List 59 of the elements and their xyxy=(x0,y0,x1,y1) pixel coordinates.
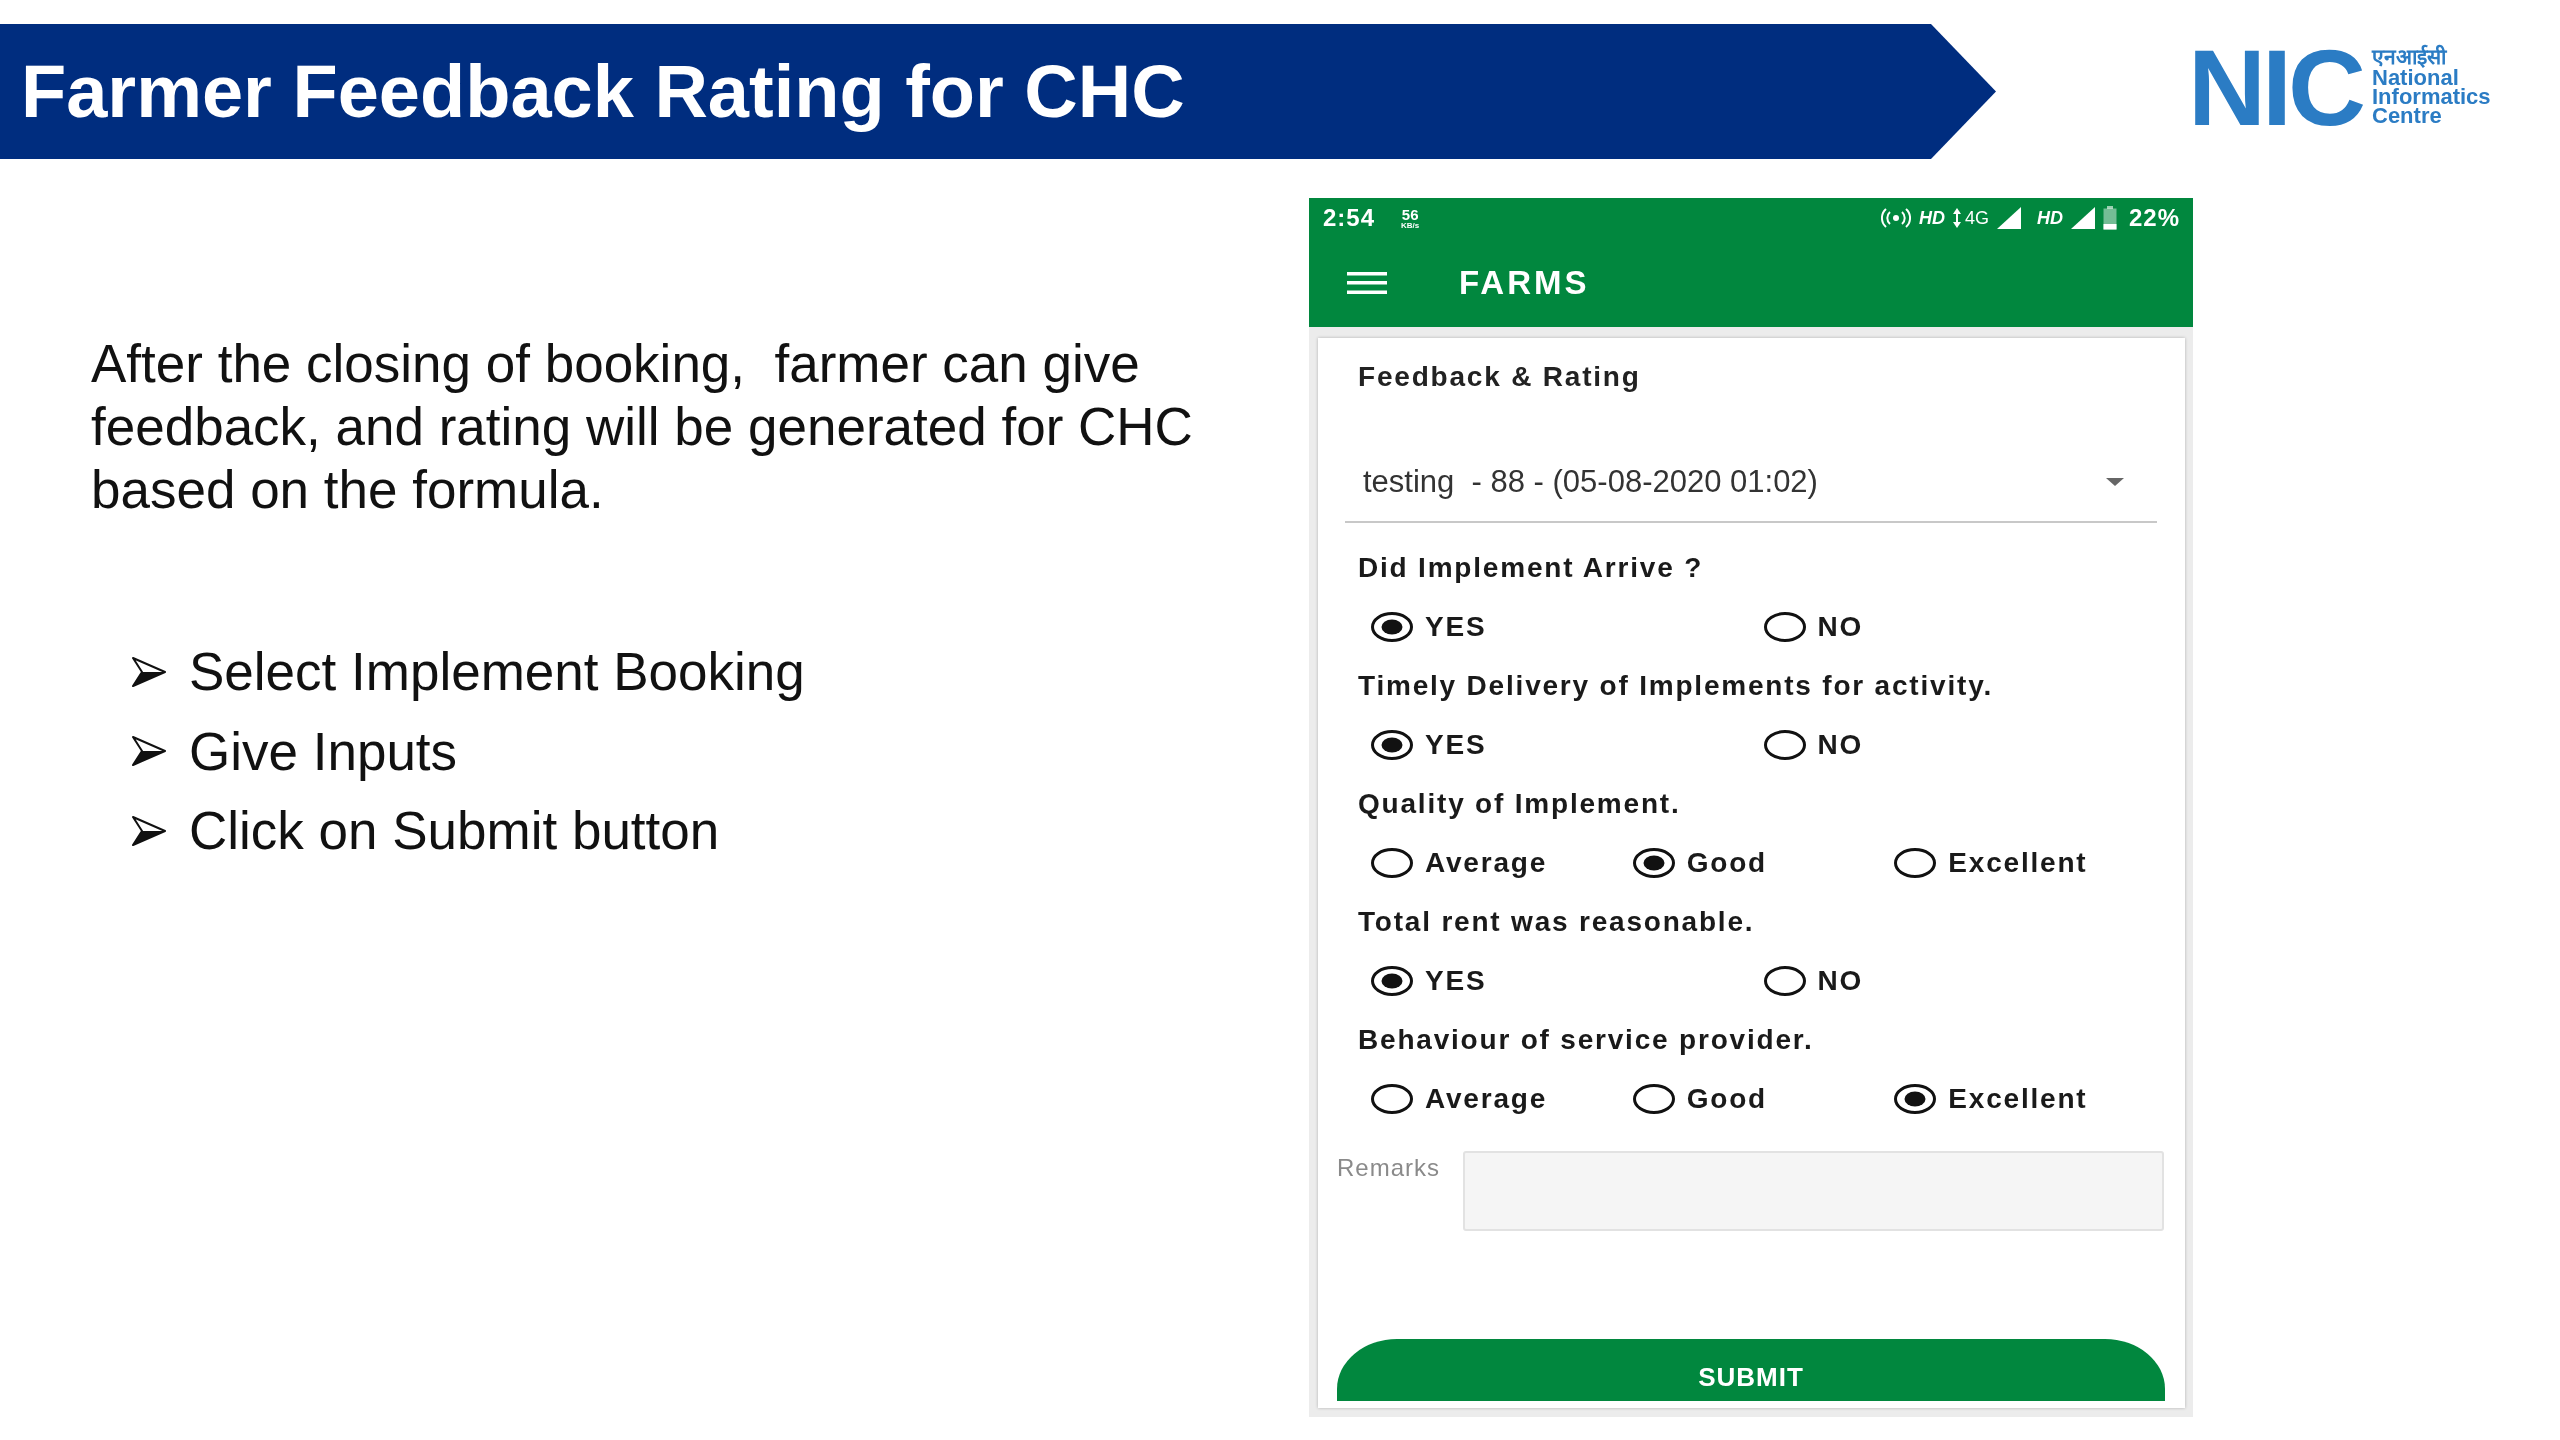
app-title: FARMS xyxy=(1459,262,1590,303)
radio-button[interactable] xyxy=(1371,1083,1413,1114)
network-label: HD xyxy=(2036,206,2063,230)
question-label: Quality of Implement. xyxy=(1358,787,1681,821)
step-text: Click on Submit button xyxy=(189,800,720,862)
radio-button[interactable] xyxy=(1894,847,1937,878)
radio-button[interactable] xyxy=(1371,965,1413,996)
step-text: Select Implement Booking xyxy=(189,641,805,703)
hotspot-icon xyxy=(1880,208,1911,228)
updown-arrows-icon xyxy=(1952,208,1961,228)
caret-icon xyxy=(2106,478,2124,486)
option-label[interactable]: YES xyxy=(1425,723,1487,766)
radio-button[interactable] xyxy=(1371,847,1413,878)
option-label[interactable]: YES xyxy=(1425,605,1487,648)
question-label: Behaviour of service provider. xyxy=(1358,1023,1814,1057)
option-label[interactable]: YES xyxy=(1425,959,1487,1002)
network-type: 4G xyxy=(1964,206,1989,230)
option-label[interactable]: Excellent xyxy=(1948,841,2088,884)
radio-button[interactable] xyxy=(1632,847,1675,878)
question-label: Total rent was reasonable. xyxy=(1358,905,1755,939)
remarks-field[interactable] xyxy=(1463,1151,2164,1231)
radio-button[interactable] xyxy=(1763,611,1806,642)
option-label[interactable]: Average xyxy=(1425,1077,1548,1120)
radio-button[interactable] xyxy=(1763,729,1806,760)
battery-icon xyxy=(2102,206,2117,230)
arrowhead-bullet-icon xyxy=(132,736,166,767)
option-label[interactable]: NO xyxy=(1817,605,1864,648)
step-text: Give Inputs xyxy=(189,720,458,783)
option-label[interactable]: NO xyxy=(1817,723,1864,766)
arrowhead-bullet-icon xyxy=(132,656,166,687)
description-text: After the closing of booking, farmer can give feedback, and rating will be generated for CHC based on the formula. xyxy=(91,333,1194,521)
form-heading: Feedback & Rating xyxy=(1358,360,1641,394)
booking-dropdown[interactable]: testing - 88 - (05-08-2020 01:02) xyxy=(1345,453,2157,523)
clock-text: 2:54 xyxy=(1323,203,1376,233)
question-label: Did Implement Arrive ? xyxy=(1358,551,1704,585)
submit-button[interactable]: SUBMIT xyxy=(1337,1339,2165,1401)
radio-button[interactable] xyxy=(1763,965,1806,996)
logo-text: National Informatics Centre xyxy=(2372,68,2491,125)
network-label: HD xyxy=(1918,206,1945,230)
speed-value: 56 xyxy=(1401,206,1419,222)
question-label: Timely Delivery of Implements for activity. xyxy=(1358,669,1993,703)
option-label[interactable]: Good xyxy=(1686,841,1767,884)
option-label[interactable]: Excellent xyxy=(1948,1077,2088,1120)
radio-button[interactable] xyxy=(1632,1083,1675,1114)
battery-text: 22% xyxy=(2128,203,2180,233)
logo-hindi-text: एनआईसी xyxy=(2372,46,2447,68)
option-label[interactable]: Good xyxy=(1686,1077,1767,1120)
radio-button[interactable] xyxy=(1371,611,1413,642)
radio-button[interactable] xyxy=(1894,1083,1937,1114)
option-label[interactable]: Average xyxy=(1425,841,1548,884)
remarks-label: Remarks xyxy=(1337,1153,1440,1183)
option-label[interactable]: NO xyxy=(1817,959,1864,1002)
signal-icon xyxy=(1996,207,2021,229)
radio-button[interactable] xyxy=(1371,729,1413,760)
signal-icon xyxy=(2070,207,2095,229)
speed-unit: KB/s xyxy=(1401,221,1420,230)
menu-icon[interactable] xyxy=(1347,271,1387,294)
arrowhead-bullet-icon xyxy=(132,815,166,846)
logo-lettermark: NIC xyxy=(2188,47,2362,130)
